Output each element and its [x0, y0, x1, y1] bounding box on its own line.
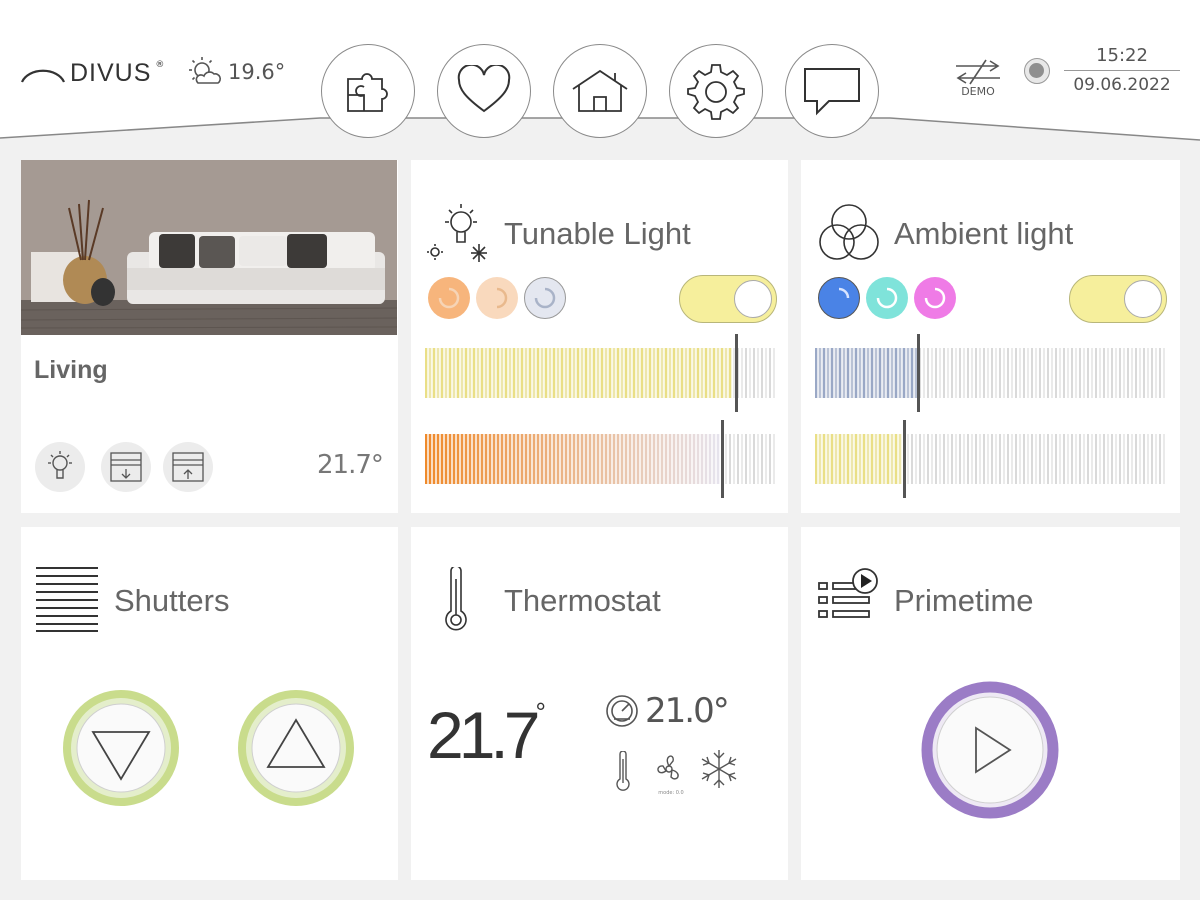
preset-ring-icon [534, 287, 556, 309]
room-shutter-down-button[interactable] [101, 442, 151, 492]
setpoint-temperature: 21.0° [645, 691, 730, 731]
room-photo [21, 160, 397, 335]
demo-mode-indicator[interactable]: DEMO [950, 58, 1006, 102]
gauge-icon [606, 695, 638, 727]
small-thermometer-icon [616, 751, 630, 791]
rgb-circles-icon [819, 204, 879, 260]
toggle-knob [1124, 280, 1162, 318]
room-card-living[interactable]: Living 21.7° [21, 160, 398, 513]
tunable-light-title: Tunable Light [504, 216, 691, 251]
current-temperature-value: 21.7 [427, 698, 540, 772]
preset-ring-icon [438, 287, 460, 309]
tunable-light-preset-neutral[interactable] [476, 277, 518, 319]
slider-track [814, 434, 1165, 484]
clock-divider [1064, 70, 1180, 71]
home-icon [572, 69, 628, 112]
tunable-light-card: Tunable Light [411, 160, 788, 513]
current-temperature: 21.7° [427, 697, 546, 773]
gear-icon [687, 64, 745, 120]
nav-settings-button[interactable] [669, 44, 763, 138]
shutters-down-button[interactable] [62, 689, 180, 807]
ambient-light-preset-magenta[interactable] [914, 277, 956, 319]
ambient-light-title: Ambient light [894, 216, 1074, 251]
slider-handle[interactable] [903, 420, 906, 498]
preset-ring-icon [876, 287, 898, 309]
nav-favorites-puzzle-button[interactable] [321, 44, 415, 138]
primetime-play-button[interactable] [920, 680, 1060, 820]
lightbulb-icon [48, 451, 72, 479]
heart-icon [457, 65, 511, 113]
brand-arc-icon [20, 69, 66, 83]
thermometer-icon [445, 567, 467, 631]
primetime-card: Primetime [801, 527, 1180, 880]
clock-date: 09.06.2022 [1073, 75, 1171, 95]
brand-name: DIVUS [70, 58, 152, 87]
fan-mode-caption: mode: 0.0 [658, 790, 684, 796]
clock-time: 15:22 [1096, 45, 1148, 66]
shutter-up-icon [172, 452, 204, 482]
room-temperature: 21.7° [317, 450, 384, 480]
living-room-image [21, 160, 397, 335]
transfer-arrows-icon [956, 59, 1000, 85]
fan-icon [657, 755, 679, 780]
primetime-title: Primetime [894, 583, 1034, 618]
thermostat-cooling-button[interactable] [697, 747, 741, 791]
room-light-button[interactable] [35, 442, 85, 492]
slider-handle[interactable] [917, 334, 921, 412]
slider-track [814, 348, 1165, 398]
clock: 15:22 09.06.2022 [1064, 44, 1180, 95]
tunable-light-preset-warm[interactable] [428, 277, 470, 319]
slider-handle[interactable] [720, 420, 724, 498]
thermostat-card: Thermostat 21.7° 21.0° mode: 0.0 [411, 527, 788, 880]
weather-temperature: 19.6° [228, 60, 286, 84]
temperature-unit: ° [535, 697, 546, 727]
shutters-card: Shutters [21, 527, 398, 880]
shutters-icon [36, 567, 98, 632]
preset-ring-icon [496, 287, 508, 309]
tunable-light-power-toggle[interactable] [679, 275, 777, 323]
connection-status-indicator [1024, 58, 1050, 84]
room-shutter-up-button[interactable] [163, 442, 213, 492]
preset-ring-icon [924, 287, 946, 309]
thermostat-fan-button[interactable] [649, 749, 689, 789]
slider-track [424, 348, 775, 398]
ambient-light-card: Ambient light [801, 160, 1180, 513]
nav-home-button[interactable] [553, 44, 647, 138]
chat-icon [804, 68, 860, 116]
play-icon [921, 681, 1059, 819]
top-bar: DIVUS ® 19.6° DEMO 15:22 09.06.2022 [0, 0, 1200, 150]
nav-messages-button[interactable] [785, 44, 879, 138]
shutter-down-icon [110, 452, 142, 482]
room-name: Living [34, 356, 108, 384]
ambient-light-preset-cyan[interactable] [866, 277, 908, 319]
demo-label: DEMO [961, 85, 995, 98]
preset-ring-icon [838, 287, 850, 299]
slider-track [424, 434, 775, 484]
shutters-title: Shutters [114, 583, 230, 618]
thermostat-title: Thermostat [504, 583, 661, 618]
brand-registered-mark: ® [155, 60, 165, 70]
tunable-light-brightness-slider[interactable] [424, 334, 777, 412]
slider-handle[interactable] [734, 334, 738, 412]
tunable-light-icon [427, 204, 487, 262]
setpoint-control[interactable]: 21.0° [603, 691, 730, 731]
brand-logo: DIVUS ® [20, 56, 164, 90]
playlist-icon [818, 568, 878, 618]
ambient-light-preset-blue[interactable] [818, 277, 860, 319]
triangle-down-icon [63, 690, 179, 806]
triangle-up-icon [238, 690, 354, 806]
tunable-light-color-temperature-slider[interactable] [424, 420, 777, 498]
puzzle-icon [347, 73, 388, 112]
weather-sun-cloud-icon [189, 57, 221, 84]
ambient-light-power-toggle[interactable] [1069, 275, 1167, 323]
weather-widget[interactable]: 19.6° [184, 56, 285, 88]
nav-favorites-button[interactable] [437, 44, 531, 138]
toggle-knob [734, 280, 772, 318]
ambient-light-level-slider-2[interactable] [814, 420, 1167, 498]
ambient-light-level-slider-1[interactable] [814, 334, 1167, 412]
thermostat-sensor-button[interactable] [611, 749, 635, 793]
snowflake-icon [701, 750, 737, 788]
shutters-up-button[interactable] [237, 689, 355, 807]
tunable-light-preset-cool[interactable] [524, 277, 566, 319]
